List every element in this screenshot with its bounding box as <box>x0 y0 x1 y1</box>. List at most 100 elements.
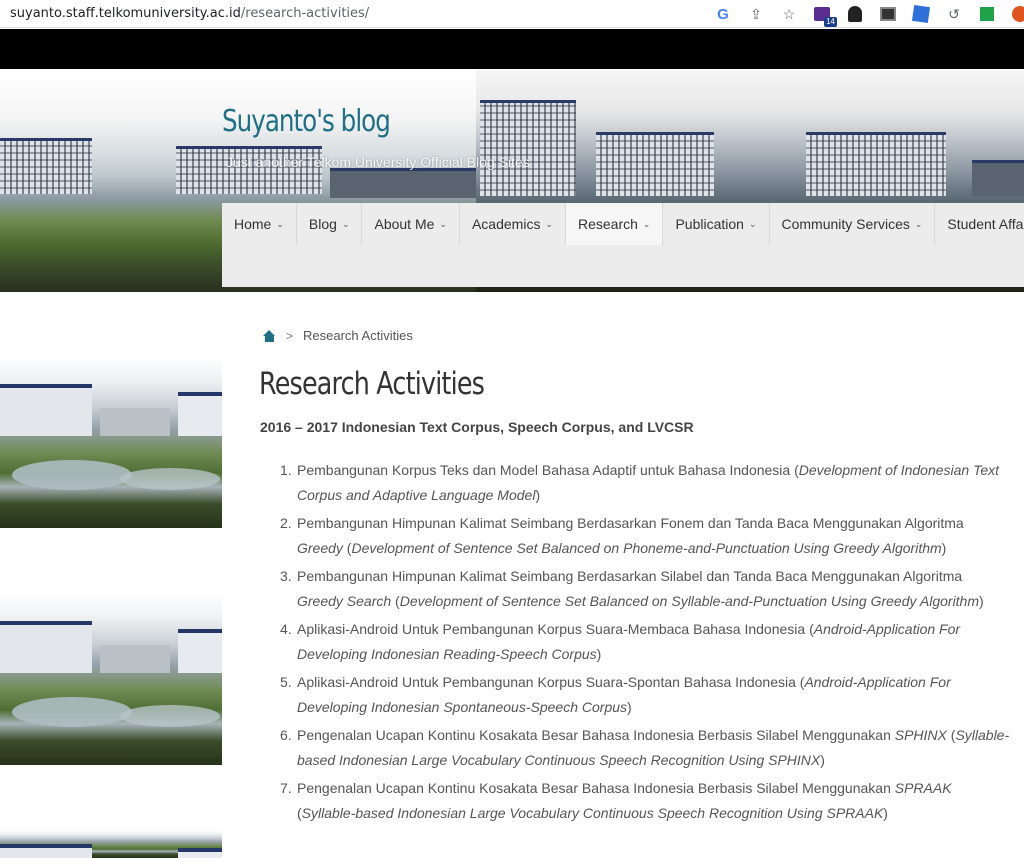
nav-item-academics[interactable]: Academics ⌄ <box>460 203 566 245</box>
list-item-text: Aplikasi-Android Untuk Pembangunan Korpu… <box>297 621 814 637</box>
list-item-algorithm: Greedy <box>297 540 343 556</box>
list-item: 5. Aplikasi-Android Untuk Pembangunan Kor… <box>280 670 1010 720</box>
building-shape <box>100 645 170 673</box>
nav-item-student-affairs[interactable]: Student Affairs <box>935 203 1024 245</box>
sidebar-campus-image <box>0 830 222 858</box>
url-path: /research-activities/ <box>240 6 370 21</box>
building-shape <box>806 132 946 196</box>
site-tagline: Just another Telkom University Official … <box>226 154 530 170</box>
breadcrumb-current: Research Activities <box>303 328 413 343</box>
building-shape <box>0 844 92 858</box>
home-icon[interactable] <box>263 329 276 342</box>
building-shape <box>480 100 576 196</box>
sidebar-campus-image <box>0 356 222 528</box>
list-item-paren: ) <box>941 540 947 556</box>
list-item: 3. Pembangunan Himpunan Kalimat Seimbang … <box>280 564 1010 614</box>
research-list: 1. Pembangunan Korpus Teks dan Model Baha… <box>280 458 1010 829</box>
google-icon[interactable]: G <box>713 4 733 24</box>
list-item-english-title: Syllable-based Indonesian Large Vocabula… <box>301 805 884 821</box>
nav-item-community-services[interactable]: Community Services ⌄ <box>770 203 936 245</box>
list-item-paren: ) <box>535 487 541 503</box>
extension-purple-icon[interactable]: 14 <box>812 4 837 27</box>
nav-row: Home ⌄ Blog ⌄ About Me ⌄ Academics ⌄ Research ⌄ Pu… <box>222 203 1024 245</box>
nav-item-research[interactable]: Research ⌄ <box>565 203 664 245</box>
list-item-algorithm: Greedy Search <box>297 593 392 609</box>
building-shape <box>0 621 92 673</box>
nav-item-label: About Me <box>374 216 435 232</box>
section-subtitle: 2016 – 2017 Indonesian Text Corpus, Spee… <box>260 419 694 435</box>
pond-shape <box>120 468 220 490</box>
list-item-paren: ) <box>883 805 888 821</box>
nav-item-label: Publication <box>675 216 744 232</box>
chevron-down-icon: ⌄ <box>276 218 284 229</box>
list-item-paren: ) <box>820 752 825 768</box>
building-shape <box>100 408 170 436</box>
list-item: 1. Pembangunan Korpus Teks dan Model Baha… <box>280 458 1010 508</box>
breadcrumb: > Research Activities <box>263 328 413 343</box>
browser-address-bar[interactable]: suyanto.staff.telkomuniversity.ac.id/res… <box>0 0 1024 28</box>
nav-item-label: Research <box>577 216 638 232</box>
building-shape <box>972 160 1024 196</box>
nav-item-label: Community Services <box>781 216 910 232</box>
chevron-down-icon: ⌄ <box>748 218 757 229</box>
share-icon[interactable]: ⇪ <box>746 4 766 24</box>
nav-item-label: Home <box>234 216 272 232</box>
list-item-number: 3. <box>280 568 292 584</box>
building-shape <box>596 132 714 196</box>
list-item-number: 1. <box>280 462 292 478</box>
nav-item-label: Student Affairs <box>947 216 1024 232</box>
url-text[interactable]: suyanto.staff.telkomuniversity.ac.id/res… <box>10 6 369 21</box>
list-item-number: 4. <box>280 621 292 637</box>
pond-shape <box>12 697 132 727</box>
list-item-text: Pembangunan Himpunan Kalimat Seimbang Be… <box>297 515 964 531</box>
url-host: suyanto.staff.telkomuniversity.ac.id <box>10 6 241 21</box>
list-item: 4. Aplikasi-Android Untuk Pembangunan Kor… <box>280 617 1010 667</box>
main-navigation: Home ⌄ Blog ⌄ About Me ⌄ Academics ⌄ Research ⌄ Pu… <box>222 203 1024 287</box>
extension-news-icon[interactable] <box>878 4 898 24</box>
site-title[interactable]: Suyanto's blog <box>222 104 391 139</box>
list-item-paren: ) <box>596 646 602 662</box>
chevron-down-icon: ⌄ <box>642 218 651 229</box>
building-shape <box>178 848 222 858</box>
pond-shape <box>12 460 132 490</box>
nav-item-label: Blog <box>308 216 337 232</box>
page-title: Research Activities <box>259 366 485 402</box>
list-item-text: Aplikasi-Android Untuk Pembangunan Korpu… <box>297 674 805 690</box>
list-item-algorithm: SPHINX <box>894 727 947 743</box>
list-item-text: Pembangunan Korpus Teks dan Model Bahasa… <box>297 462 799 478</box>
chevron-down-icon: ⌄ <box>545 218 553 229</box>
list-item-english-title: Development of Sentence Set Balanced on … <box>351 540 942 556</box>
chevron-down-icon: ⌄ <box>341 218 350 229</box>
site-top-bar <box>0 29 1024 69</box>
pond-shape <box>120 705 220 727</box>
list-item: 2. Pembangunan Himpunan Kalimat Seimbang … <box>280 511 1010 561</box>
extension-green-icon[interactable] <box>977 4 997 24</box>
history-icon[interactable]: ↺ <box>944 4 964 24</box>
extension-blue-icon[interactable] <box>911 4 931 24</box>
list-item-paren: ( <box>391 593 400 609</box>
breadcrumb-separator: > <box>286 328 294 343</box>
building-shape <box>330 168 476 198</box>
sidebar-campus-image <box>0 593 222 765</box>
bookmark-star-icon[interactable]: ☆ <box>779 4 799 24</box>
nav-item-blog[interactable]: Blog ⌄ <box>297 203 363 245</box>
list-item: 7. Pengenalan Ucapan Kontinu Kosakata Bes… <box>280 776 1010 826</box>
nav-item-home[interactable]: Home ⌄ <box>222 203 297 245</box>
list-item-paren: ) <box>979 593 984 609</box>
list-item-text: Pembangunan Himpunan Kalimat Seimbang Be… <box>297 568 963 584</box>
extension-badge: 14 <box>824 17 837 27</box>
building-shape <box>178 629 222 673</box>
list-item-number: 6. <box>280 727 292 743</box>
nav-item-publication[interactable]: Publication ⌄ <box>663 203 770 245</box>
extension-dark-icon[interactable] <box>845 4 865 24</box>
building-shape <box>0 138 92 194</box>
list-item-paren: ) <box>627 699 632 715</box>
list-item-number: 2. <box>280 515 292 531</box>
list-item-english-title: Development of Sentence Set Balanced on … <box>399 593 979 609</box>
building-shape <box>0 384 92 436</box>
nav-item-label: Academics <box>471 216 541 232</box>
nav-item-about-me[interactable]: About Me ⌄ <box>362 203 460 245</box>
wordpress-icon[interactable] <box>1010 4 1024 24</box>
browser-toolbar-icons: G ⇪ ☆ 14 ↺ <box>700 3 1024 27</box>
chevron-down-icon: ⌄ <box>439 218 447 229</box>
